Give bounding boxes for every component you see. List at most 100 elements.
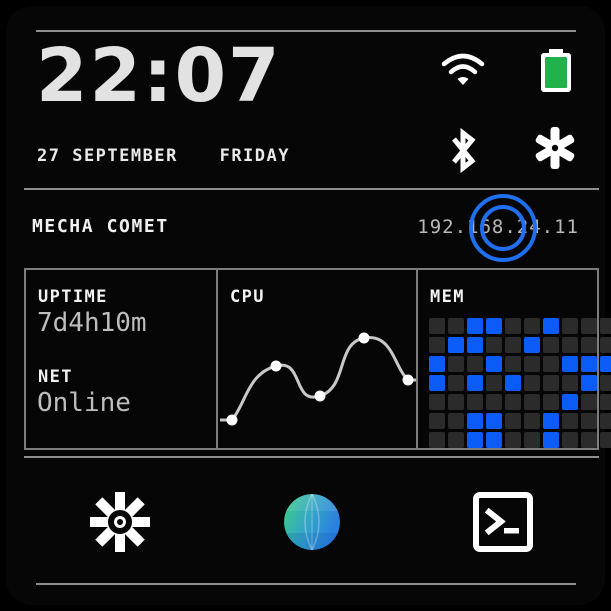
memory-cell-0-0 bbox=[429, 318, 445, 334]
mem-label: MEM bbox=[430, 287, 465, 307]
memory-cell-0-1 bbox=[448, 318, 464, 334]
click-indicator-inner bbox=[480, 205, 526, 251]
memory-cell-6-7 bbox=[562, 432, 578, 448]
weekday-text: FRIDAY bbox=[219, 146, 290, 166]
battery-icon[interactable] bbox=[536, 48, 576, 98]
cpu-line-path bbox=[230, 336, 410, 422]
memory-cell-2-7 bbox=[562, 356, 578, 372]
memory-grid bbox=[429, 318, 611, 448]
memory-cell-6-5 bbox=[524, 432, 540, 448]
memory-cell-4-3 bbox=[486, 394, 502, 410]
memory-cell-0-4 bbox=[505, 318, 521, 334]
memory-cell-4-6 bbox=[543, 394, 559, 410]
memory-cell-1-7 bbox=[562, 337, 578, 353]
date-text: 27 SEPTEMBER bbox=[37, 146, 178, 166]
top-divider bbox=[36, 30, 576, 32]
memory-cell-4-2 bbox=[467, 394, 483, 410]
memory-cell-4-4 bbox=[505, 394, 521, 410]
memory-cell-3-1 bbox=[448, 375, 464, 391]
memory-cell-0-9 bbox=[600, 318, 611, 334]
memory-cell-6-6 bbox=[543, 432, 559, 448]
memory-cell-3-8 bbox=[581, 375, 597, 391]
memory-cell-5-1 bbox=[448, 413, 464, 429]
memory-cell-4-5 bbox=[524, 394, 540, 410]
memory-cell-3-5 bbox=[524, 375, 540, 391]
settings-app-icon[interactable] bbox=[24, 458, 216, 586]
bluetooth-icon[interactable] bbox=[444, 127, 482, 178]
cpu-data-point-3 bbox=[358, 332, 370, 344]
memory-cell-4-7 bbox=[562, 394, 578, 410]
memory-cell-2-1 bbox=[448, 356, 464, 372]
memory-cell-0-2 bbox=[467, 318, 483, 334]
memory-cell-6-2 bbox=[467, 432, 483, 448]
memory-cell-1-0 bbox=[429, 337, 445, 353]
memory-cell-5-6 bbox=[543, 413, 559, 429]
memory-cell-5-3 bbox=[486, 413, 502, 429]
cpu-data-point-1 bbox=[270, 360, 282, 372]
memory-cell-2-0 bbox=[429, 356, 445, 372]
memory-cell-1-8 bbox=[581, 337, 597, 353]
memory-cell-2-6 bbox=[543, 356, 559, 372]
app-dock bbox=[24, 458, 599, 586]
memory-cell-2-9 bbox=[600, 356, 611, 372]
memory-cell-2-3 bbox=[486, 356, 502, 372]
cpu-data-point-4 bbox=[402, 374, 414, 386]
cpu-sparkline-chart bbox=[220, 332, 416, 426]
memory-cell-2-5 bbox=[524, 356, 540, 372]
memory-cell-2-2 bbox=[467, 356, 483, 372]
memory-cell-0-5 bbox=[524, 318, 540, 334]
memory-cell-5-4 bbox=[505, 413, 521, 429]
net-value: Online bbox=[37, 388, 131, 418]
memory-cell-3-4 bbox=[505, 375, 521, 391]
memory-cell-1-6 bbox=[543, 337, 559, 353]
memory-cell-1-4 bbox=[505, 337, 521, 353]
memory-cell-3-6 bbox=[543, 375, 559, 391]
uptime-value: 7d4h10m bbox=[37, 308, 147, 338]
stats-panel-row: UPTIME 7d4h10m NET Online CPU MEM bbox=[24, 268, 611, 450]
memory-cell-1-9 bbox=[600, 337, 611, 353]
panel-cpu: CPU bbox=[216, 270, 416, 448]
device-frame: 22:07 27 SEPTEMBER FRIDAY MECHA COMET 19… bbox=[6, 6, 611, 605]
memory-cell-3-0 bbox=[429, 375, 445, 391]
memory-cell-0-7 bbox=[562, 318, 578, 334]
wifi-icon[interactable] bbox=[440, 52, 486, 92]
memory-cell-4-8 bbox=[581, 394, 597, 410]
memory-cell-6-8 bbox=[581, 432, 597, 448]
memory-cell-4-0 bbox=[429, 394, 445, 410]
memory-cell-5-9 bbox=[600, 413, 611, 429]
memory-cell-1-5 bbox=[524, 337, 540, 353]
browser-globe-icon[interactable] bbox=[216, 458, 408, 586]
memory-cell-5-5 bbox=[524, 413, 540, 429]
memory-cell-4-1 bbox=[448, 394, 464, 410]
panel-system-stats: UPTIME 7d4h10m NET Online bbox=[26, 270, 216, 448]
memory-cell-4-9 bbox=[600, 394, 611, 410]
memory-cell-3-9 bbox=[600, 375, 611, 391]
device-name: MECHA COMET bbox=[32, 216, 169, 237]
identity-top-divider bbox=[24, 188, 599, 190]
memory-cell-3-3 bbox=[486, 375, 502, 391]
memory-cell-6-4 bbox=[505, 432, 521, 448]
memory-cell-1-2 bbox=[467, 337, 483, 353]
cpu-data-point-2 bbox=[314, 390, 326, 402]
memory-cell-1-3 bbox=[486, 337, 502, 353]
uptime-label: UPTIME bbox=[38, 287, 108, 307]
memory-cell-5-7 bbox=[562, 413, 578, 429]
clock-time: 22:07 bbox=[36, 33, 282, 119]
cpu-data-point-0 bbox=[226, 414, 238, 426]
memory-cell-2-4 bbox=[505, 356, 521, 372]
net-label: NET bbox=[38, 367, 73, 387]
terminal-icon[interactable] bbox=[407, 458, 599, 586]
settings-asterisk-icon[interactable] bbox=[533, 126, 577, 174]
memory-cell-2-8 bbox=[581, 356, 597, 372]
memory-cell-6-9 bbox=[600, 432, 611, 448]
memory-cell-5-0 bbox=[429, 413, 445, 429]
memory-cell-6-3 bbox=[486, 432, 502, 448]
date-row: 27 SEPTEMBER FRIDAY bbox=[37, 146, 290, 166]
memory-cell-6-0 bbox=[429, 432, 445, 448]
memory-cell-0-6 bbox=[543, 318, 559, 334]
memory-cell-0-8 bbox=[581, 318, 597, 334]
memory-cell-5-8 bbox=[581, 413, 597, 429]
memory-cell-1-1 bbox=[448, 337, 464, 353]
panel-memory: MEM bbox=[416, 270, 611, 448]
memory-cell-3-2 bbox=[467, 375, 483, 391]
